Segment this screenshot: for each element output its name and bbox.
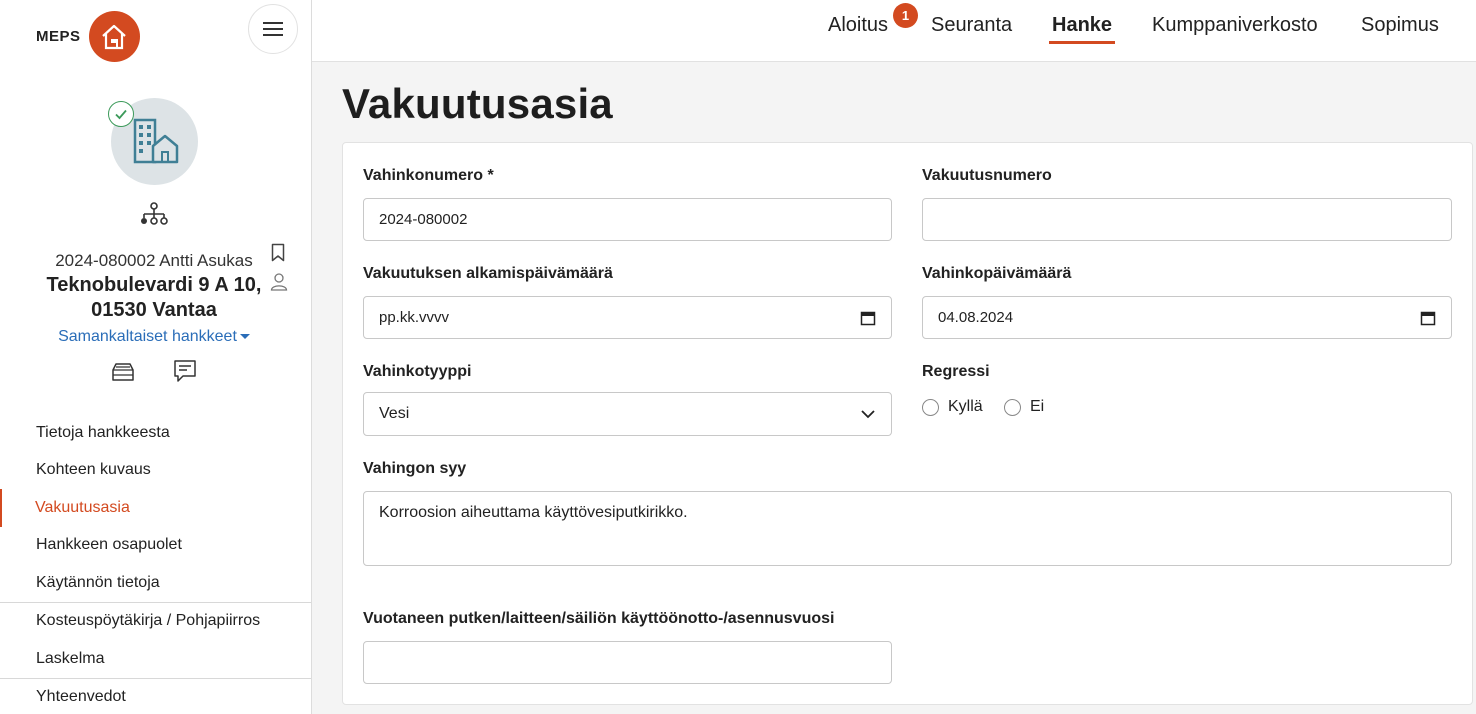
similar-projects-label: Samankaltaiset hankkeet xyxy=(58,328,237,345)
claim-number-label: Vahinkonumero * xyxy=(363,167,494,184)
damage-cause-textarea[interactable]: Korroosion aiheuttama käyttövesiputkirik… xyxy=(363,491,1452,566)
tab-sopimus[interactable]: Sopimus xyxy=(1361,14,1439,37)
brand-name: MEPS xyxy=(36,28,81,45)
house-logo-icon xyxy=(88,11,140,62)
hamburger-menu-button[interactable] xyxy=(248,4,298,54)
sidebar-item-label: Laskelma xyxy=(36,649,105,667)
sidebar-item-property-description[interactable]: Kohteen kuvaus xyxy=(0,452,311,490)
sidebar-item-project-info[interactable]: Tietoja hankkeesta xyxy=(0,414,311,452)
insurance-form-card: Vahinkonumero * 2024-080002 Vakuutusnume… xyxy=(342,142,1473,705)
damage-date-label: Vahinkopäivämäärä xyxy=(922,265,1072,282)
verified-check-icon xyxy=(108,101,134,127)
install-year-label: Vuotaneen putken/laitteen/säiliön käyttö… xyxy=(363,610,835,627)
sidebar-item-label: Käytännön tietoja xyxy=(36,573,160,591)
chevron-down-icon xyxy=(861,410,875,419)
damage-date-input[interactable]: 04.08.2024 xyxy=(922,296,1452,339)
policy-number-input[interactable] xyxy=(922,198,1452,241)
hierarchy-icon[interactable] xyxy=(140,202,168,231)
project-address: Teknobulevardi 9 A 10, 01530 Vantaa xyxy=(46,274,262,321)
sidebar-item-parties[interactable]: Hankkeen osapuolet xyxy=(0,527,311,565)
comment-icon[interactable] xyxy=(173,359,197,388)
damage-cause-label: Vahingon syy xyxy=(363,460,467,477)
page-title: Vakuutusasia xyxy=(342,80,613,127)
policy-start-date-input[interactable]: pp.kk.vvvv xyxy=(363,296,892,339)
policy-start-label: Vakuutuksen alkamispäivämäärä xyxy=(363,265,613,282)
sidebar-item-label: Kosteuspöytäkirja / Pohjapiirros xyxy=(36,612,261,630)
project-id-name: 2024-080002 Antti Asukas xyxy=(55,251,253,270)
damage-type-label: Vahinkotyyppi xyxy=(363,363,472,380)
notification-badge: 1 xyxy=(893,3,918,28)
person-icon[interactable] xyxy=(270,272,288,296)
install-year-input[interactable] xyxy=(363,641,892,684)
tab-seuranta[interactable]: Seuranta xyxy=(931,14,1012,37)
sidebar-item-label: Kohteen kuvaus xyxy=(36,461,151,479)
claim-number-value: 2024-080002 xyxy=(379,211,468,228)
damage-date-value: 04.08.2024 xyxy=(938,309,1014,326)
sidebar-item-moisture-report[interactable]: Kosteuspöytäkirja / Pohjapiirros xyxy=(0,603,311,641)
calendar-icon[interactable] xyxy=(1420,310,1436,326)
regress-yes-radio[interactable]: Kyllä xyxy=(922,398,983,416)
tab-hanke[interactable]: Hanke xyxy=(1052,14,1112,37)
calendar-icon[interactable] xyxy=(860,310,876,326)
similar-projects-dropdown[interactable]: Samankaltaiset hankkeet xyxy=(0,328,308,346)
claim-number-input[interactable]: 2024-080002 xyxy=(363,198,892,241)
policy-start-value: pp.kk.vvvv xyxy=(379,309,450,326)
tab-kumppaniverkosto[interactable]: Kumppaniverkosto xyxy=(1152,14,1318,37)
bookmark-icon[interactable] xyxy=(271,243,285,267)
sidebar-item-calculation[interactable]: Laskelma xyxy=(0,640,311,678)
regress-label: Regressi xyxy=(922,363,990,380)
sidebar-item-label: Tietoja hankkeesta xyxy=(36,423,170,441)
regress-no-label: Ei xyxy=(1030,398,1045,415)
regress-yes-label: Kyllä xyxy=(948,398,983,415)
sidebar-item-practical-info[interactable]: Käytännön tietoja xyxy=(0,564,311,602)
brand[interactable]: MEPS xyxy=(36,11,140,62)
radio-circle[interactable] xyxy=(1004,398,1021,416)
hamburger-icon xyxy=(263,18,283,40)
sidebar-item-label: Yhteenvedot xyxy=(36,688,126,706)
sidebar-item-insurance[interactable]: Vakuutusasia xyxy=(0,489,311,527)
sidebar-item-summaries[interactable]: Yhteenvedot xyxy=(0,679,311,714)
sidebar-item-label: Hankkeen osapuolet xyxy=(36,536,182,554)
archive-box-icon[interactable] xyxy=(111,362,135,387)
sidebar: MEPS 2024-080002 Antti Asukas Teknobulev… xyxy=(0,0,312,714)
damage-type-value: Vesi xyxy=(379,405,410,422)
regress-no-radio[interactable]: Ei xyxy=(1004,398,1044,416)
tab-aloitus[interactable]: Aloitus xyxy=(828,14,888,37)
policy-number-label: Vakuutusnumero xyxy=(922,167,1052,184)
sidebar-item-label: Vakuutusasia xyxy=(35,498,130,516)
building-icon xyxy=(133,118,178,163)
caret-down-icon xyxy=(239,334,250,340)
sidebar-nav: Tietoja hankkeesta Kohteen kuvaus Vakuut… xyxy=(0,414,311,714)
active-tab-indicator xyxy=(1049,41,1115,44)
damage-type-select[interactable]: Vesi xyxy=(363,392,892,436)
top-nav: Aloitus 1 Seuranta Hanke Kumppaniverkost… xyxy=(312,0,1476,62)
radio-circle[interactable] xyxy=(922,398,939,416)
damage-cause-value: Korroosion aiheuttama käyttövesiputkirik… xyxy=(379,504,688,521)
